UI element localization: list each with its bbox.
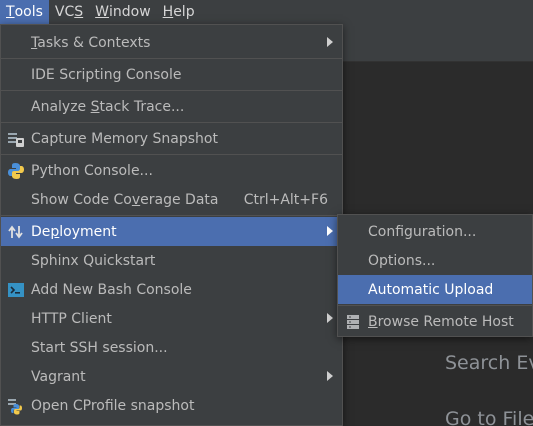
- menu-item-capture-memory-snapshot[interactable]: Capture Memory Snapshot: [1, 124, 342, 153]
- menu-item-python-console[interactable]: Python Console...: [1, 156, 342, 185]
- server-icon: [347, 315, 359, 329]
- menu-item-analyze-stack-trace[interactable]: Analyze Stack Trace...: [1, 92, 342, 121]
- submenu-arrow-icon: [327, 226, 333, 236]
- separator: [1, 122, 342, 123]
- menu-bar: Tools VC S Window Help: [0, 0, 533, 24]
- separator: [1, 215, 342, 216]
- menu-vcs[interactable]: VC S: [49, 0, 89, 24]
- label-pre: Analyze: [31, 98, 91, 115]
- menu-item-label: Automatic Upload: [368, 281, 494, 298]
- deployment-submenu: Configuration... Options... Automatic Up…: [337, 214, 533, 337]
- label-pre: Show Code Co: [31, 191, 132, 208]
- menu-item-label: HTTP Client: [31, 310, 112, 327]
- label-mnemonic: S: [90, 98, 100, 115]
- menu-item-start-ssh-session[interactable]: Start SSH session...: [1, 333, 342, 362]
- menu-item-label: Tasks & Contexts: [31, 35, 330, 51]
- menu-help-rest: elp: [173, 4, 195, 20]
- menu-item-label: Show Code Coverage Data: [31, 192, 244, 208]
- menu-item-label: Add New Bash Console: [31, 281, 192, 298]
- separator: [1, 90, 342, 91]
- deployment-arrows-icon: [8, 225, 23, 239]
- menu-item-label: Open CProfile snapshot: [31, 397, 195, 414]
- menu-tools-rest: ools: [14, 4, 43, 20]
- menu-help-mnemonic: H: [162, 4, 174, 20]
- menu-item-label: Vagrant: [31, 368, 86, 385]
- submenu-arrow-icon: [327, 37, 333, 47]
- cprofile-snapshot-icon: [8, 399, 22, 415]
- menu-item-ide-scripting-console[interactable]: IDE Scripting Console: [1, 60, 342, 89]
- menu-item-label: Options...: [368, 252, 436, 269]
- label-post: tack Trace...: [99, 98, 185, 115]
- menu-item-label: Capture Memory Snapshot: [31, 130, 218, 147]
- menu-item-browse-remote-host[interactable]: Browse Remote Host: [338, 307, 532, 336]
- menu-help[interactable]: Help: [157, 0, 201, 24]
- menu-item-label: Sphinx Quickstart: [31, 252, 156, 269]
- label-post: rowse Remote Host: [377, 313, 514, 330]
- label-pre: De: [31, 223, 51, 240]
- menu-item-label: Python Console...: [31, 162, 153, 179]
- menu-item-label: Deployment: [31, 224, 330, 240]
- label-post: asks & Contexts: [37, 34, 151, 51]
- menu-item-label: Analyze Stack Trace...: [31, 99, 330, 115]
- menu-window-mnemonic: W: [95, 4, 109, 20]
- label-post: erage Data: [140, 191, 219, 208]
- menu-item-vagrant[interactable]: Vagrant: [1, 362, 342, 391]
- tools-menu: Tasks & Contexts IDE Scripting Console A…: [0, 24, 343, 426]
- search-everywhere-hint: Search Ev: [445, 352, 533, 374]
- menu-item-options[interactable]: Options...: [338, 246, 532, 275]
- menu-item-label: Configuration...: [368, 223, 477, 240]
- menu-tools[interactable]: Tools: [0, 0, 49, 24]
- menu-item-label: Browse Remote Host: [368, 314, 520, 330]
- menu-item-show-code-coverage[interactable]: Show Code Coverage Data Ctrl+Alt+F6: [1, 185, 342, 214]
- goto-file-hint: Go to File: [445, 408, 533, 426]
- menu-item-sphinx-quickstart[interactable]: Sphinx Quickstart: [1, 246, 342, 275]
- separator: [1, 58, 342, 59]
- python-icon: [8, 163, 24, 179]
- menu-window[interactable]: Window: [89, 0, 157, 24]
- terminal-icon: [8, 283, 24, 297]
- label-post: loyment: [59, 223, 117, 240]
- menu-item-automatic-upload[interactable]: Automatic Upload: [338, 275, 532, 304]
- separator: [338, 305, 532, 306]
- submenu-arrow-icon: [327, 371, 333, 381]
- submenu-arrow-icon: [327, 313, 333, 323]
- shortcut-label: Ctrl+Alt+F6: [243, 191, 328, 208]
- menu-item-open-cprofile-snapshot[interactable]: Open CProfile snapshot: [1, 391, 342, 420]
- menu-item-http-client[interactable]: HTTP Client: [1, 304, 342, 333]
- menu-tools-mnemonic: T: [6, 4, 15, 20]
- label-mnemonic: B: [368, 313, 378, 330]
- menu-item-label: Start SSH session...: [31, 339, 168, 356]
- menu-item-tasks-contexts[interactable]: Tasks & Contexts: [1, 28, 342, 57]
- memory-snapshot-icon: [8, 133, 24, 147]
- label-mnemonic: v: [131, 191, 141, 208]
- menu-vcs-mnemonic: S: [74, 4, 84, 20]
- separator: [1, 154, 342, 155]
- label-mnemonic: p: [50, 223, 60, 240]
- menu-item-label: IDE Scripting Console: [31, 66, 182, 83]
- menu-item-add-bash-console[interactable]: Add New Bash Console: [1, 275, 342, 304]
- menu-item-configuration[interactable]: Configuration...: [338, 217, 532, 246]
- ide-toolbar: [343, 24, 533, 62]
- menu-vcs-pre: VC: [54, 4, 75, 20]
- menu-item-deployment[interactable]: Deployment: [1, 217, 342, 246]
- menu-window-rest: indow: [108, 4, 151, 20]
